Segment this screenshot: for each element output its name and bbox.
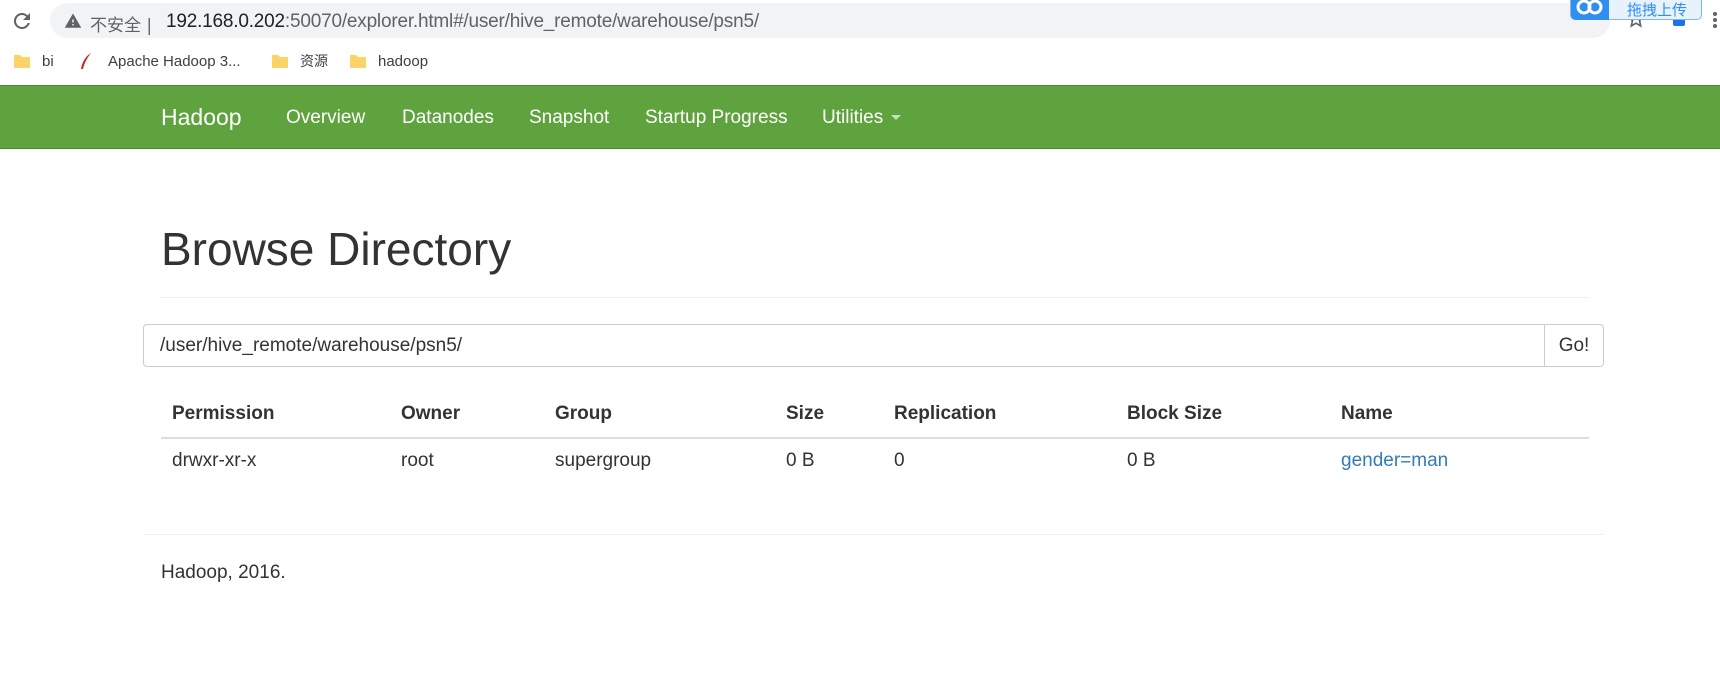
column-header-block-size[interactable]: Block Size [1127,403,1222,425]
menu-dots-icon[interactable] [1710,10,1720,30]
reload-icon[interactable] [10,9,34,33]
path-search-group: Go! [143,324,1604,367]
browser-toolbar: 不安全 | 192.168.0.202:50070/explorer.html#… [0,0,1720,85]
column-header-permission[interactable]: Permission [172,403,274,425]
cell-replication: 0 [894,450,905,471]
nav-utilities[interactable]: Utilities [822,107,902,129]
upload-widget[interactable]: 拖拽上传 [1570,0,1702,20]
folder-icon [272,55,288,68]
cell-name-link[interactable]: gender=man [1341,450,1448,472]
folder-icon [350,55,366,68]
column-header-replication[interactable]: Replication [894,403,996,425]
url-text: 192.168.0.202:50070/explorer.html#/user/… [166,11,759,32]
address-bar[interactable]: 不安全 | 192.168.0.202:50070/explorer.html#… [50,3,1610,38]
page-title: Browse Directory [161,223,512,275]
go-button[interactable]: Go! [1544,324,1604,367]
bookmark-hadoop[interactable]: hadoop [350,44,428,78]
cell-owner: root [401,450,434,471]
cloud-logo-icon [1571,0,1609,20]
nav-snapshot[interactable]: Snapshot [529,107,609,129]
upload-widget-label: 拖拽上传 [1627,1,1688,19]
table-header-divider [161,437,1589,439]
feather-icon [81,53,91,69]
security-label: 不安全 | [90,16,153,36]
bookmarks-bar: bi Apache Hadoop 3... 资源 hadoop [0,44,1720,78]
cell-block-size: 0 B [1127,450,1156,471]
nav-startup-progress[interactable]: Startup Progress [645,107,788,129]
cell-permission: drwxr-xr-x [172,450,257,471]
caret-down-icon [891,115,902,121]
column-header-group[interactable]: Group [555,403,612,425]
bookmark-resources[interactable]: 资源 [272,44,328,78]
column-header-size[interactable]: Size [786,403,824,425]
column-header-name[interactable]: Name [1341,403,1393,425]
cell-size: 0 B [786,450,815,471]
path-input[interactable] [143,324,1545,367]
navbar: Hadoop Overview Datanodes Snapshot Start… [0,85,1720,149]
bookmark-bi[interactable]: bi [14,44,54,78]
title-divider [161,297,1589,298]
footer-text: Hadoop, 2016. [161,562,286,583]
warning-icon [64,13,82,28]
cell-group: supergroup [555,450,652,471]
nav-datanodes[interactable]: Datanodes [402,107,494,129]
nav-overview[interactable]: Overview [286,107,365,129]
column-header-owner[interactable]: Owner [401,403,460,425]
folder-icon [14,55,30,68]
footer-divider [143,534,1604,535]
bookmark-apache-hadoop[interactable]: Apache Hadoop 3... [78,44,241,78]
navbar-brand[interactable]: Hadoop [161,104,242,131]
